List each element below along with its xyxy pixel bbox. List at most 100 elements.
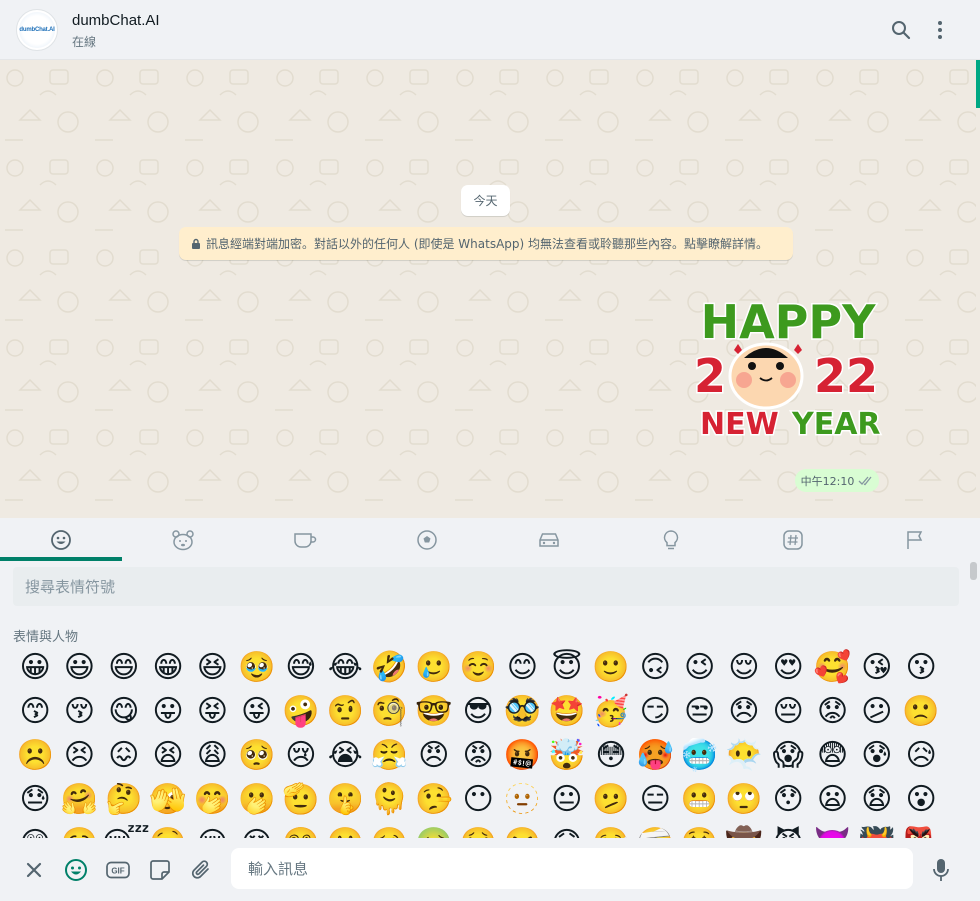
- emoji-item[interactable]: 😄: [102, 646, 146, 690]
- emoji-item[interactable]: 🤬: [500, 734, 544, 778]
- emoji-item[interactable]: 🤑: [677, 822, 721, 838]
- emoji-item[interactable]: 🫠: [367, 778, 411, 822]
- emoji-item[interactable]: 😘: [855, 646, 899, 690]
- message-input[interactable]: [231, 848, 913, 889]
- emoji-item[interactable]: 😖: [102, 734, 146, 778]
- tab-symbols[interactable]: [732, 518, 854, 561]
- gif-button[interactable]: GIF: [103, 855, 133, 885]
- emoji-item[interactable]: 😵: [234, 822, 278, 838]
- emoji-item[interactable]: 🙃: [633, 646, 677, 690]
- emoji-item[interactable]: 😟: [810, 690, 854, 734]
- emoji-item[interactable]: 🫣: [146, 778, 190, 822]
- emoji-item[interactable]: 😜: [234, 690, 278, 734]
- emoji-item[interactable]: 😶: [456, 778, 500, 822]
- emoji-item[interactable]: 😭: [323, 734, 367, 778]
- emoji-item[interactable]: 😰: [855, 734, 899, 778]
- emoji-button[interactable]: [61, 855, 91, 885]
- emoji-item[interactable]: 🤭: [190, 778, 234, 822]
- emoji-panel-scrollbar[interactable]: [970, 562, 977, 580]
- tab-activity[interactable]: [366, 518, 488, 561]
- emoji-item[interactable]: 😌: [722, 646, 766, 690]
- emoji-item[interactable]: 🙁: [899, 690, 943, 734]
- emoji-item[interactable]: 🤣: [367, 646, 411, 690]
- search-button[interactable]: [888, 17, 914, 43]
- tab-objects[interactable]: [610, 518, 732, 561]
- emoji-item[interactable]: 🤫: [323, 778, 367, 822]
- emoji-item[interactable]: 🫡: [279, 778, 323, 822]
- emoji-item[interactable]: 😓: [13, 778, 57, 822]
- encryption-notice[interactable]: 訊息經端對端加密。對話以外的任何人 (即使是 WhatsApp) 均無法查看或聆…: [179, 227, 793, 260]
- emoji-item[interactable]: 😨: [810, 734, 854, 778]
- tab-travel[interactable]: [488, 518, 610, 561]
- close-emoji-panel-button[interactable]: [19, 855, 49, 885]
- emoji-item[interactable]: 🥲: [412, 646, 456, 690]
- emoji-item[interactable]: 😉: [677, 646, 721, 690]
- emoji-item[interactable]: 😊: [500, 646, 544, 690]
- emoji-item[interactable]: 😈: [766, 822, 810, 838]
- emoji-item[interactable]: 🥱: [57, 822, 101, 838]
- emoji-item[interactable]: 🥺: [234, 734, 278, 778]
- emoji-item[interactable]: 😮: [899, 778, 943, 822]
- emoji-item[interactable]: 🤯: [545, 734, 589, 778]
- emoji-item[interactable]: 🥳: [589, 690, 633, 734]
- emoji-item[interactable]: 😢: [279, 734, 323, 778]
- emoji-item[interactable]: 😍: [766, 646, 810, 690]
- emoji-item[interactable]: 😕: [855, 690, 899, 734]
- emoji-item[interactable]: 😠: [412, 734, 456, 778]
- emoji-item[interactable]: 😞: [722, 690, 766, 734]
- emoji-item[interactable]: 🤨: [323, 690, 367, 734]
- emoji-item[interactable]: 🫢: [234, 778, 278, 822]
- emoji-item[interactable]: 😱: [766, 734, 810, 778]
- emoji-item[interactable]: 😋: [102, 690, 146, 734]
- emoji-item[interactable]: 😔: [766, 690, 810, 734]
- emoji-search-input[interactable]: [13, 567, 959, 606]
- emoji-item[interactable]: 😷: [545, 822, 589, 838]
- emoji-item[interactable]: 🤒: [589, 822, 633, 838]
- emoji-item[interactable]: 🙄: [722, 778, 766, 822]
- emoji-item[interactable]: 😚: [57, 690, 101, 734]
- emoji-item[interactable]: 🤩: [545, 690, 589, 734]
- sticker-button[interactable]: [145, 855, 175, 885]
- new-year-sticker[interactable]: HAPPY 2 22 NEW YEAR: [690, 288, 886, 448]
- emoji-item[interactable]: 🤪: [279, 690, 323, 734]
- emoji-item[interactable]: 😏: [633, 690, 677, 734]
- emoji-item[interactable]: 😁: [146, 646, 190, 690]
- tab-food[interactable]: [244, 518, 366, 561]
- emoji-item[interactable]: 🤢: [412, 822, 456, 838]
- emoji-item[interactable]: 😧: [855, 778, 899, 822]
- emoji-item[interactable]: 🤮: [456, 822, 500, 838]
- emoji-item[interactable]: 😪: [190, 822, 234, 838]
- emoji-item[interactable]: 🥹: [234, 646, 278, 690]
- emoji-item[interactable]: 🥶: [677, 734, 721, 778]
- emoji-item[interactable]: 🤥: [412, 778, 456, 822]
- emoji-item[interactable]: 👿: [810, 822, 854, 838]
- tab-animals[interactable]: [122, 518, 244, 561]
- emoji-item[interactable]: 🤔: [102, 778, 146, 822]
- tab-flags[interactable]: [854, 518, 976, 561]
- emoji-item[interactable]: 🧐: [367, 690, 411, 734]
- emoji-item[interactable]: 😐: [545, 778, 589, 822]
- emoji-item[interactable]: 🥴: [367, 822, 411, 838]
- emoji-item[interactable]: 🤐: [323, 822, 367, 838]
- emoji-item[interactable]: 😴: [102, 822, 150, 838]
- emoji-item[interactable]: 😤: [367, 734, 411, 778]
- emoji-item[interactable]: 🤧: [500, 822, 544, 838]
- emoji-item[interactable]: 👹: [855, 822, 899, 838]
- emoji-item[interactable]: 😵‍💫: [279, 822, 323, 838]
- emoji-item[interactable]: 😡: [456, 734, 500, 778]
- emoji-item[interactable]: 👺: [899, 822, 943, 838]
- emoji-item[interactable]: 😯: [766, 778, 810, 822]
- emoji-item[interactable]: 😫: [146, 734, 190, 778]
- emoji-item[interactable]: 🤓: [412, 690, 456, 734]
- emoji-item[interactable]: 🤤: [146, 822, 190, 838]
- emoji-item[interactable]: 🫥: [500, 778, 544, 822]
- emoji-item[interactable]: 😂: [323, 646, 367, 690]
- contact-avatar[interactable]: dumbChat.AI: [16, 9, 58, 51]
- emoji-item[interactable]: 😲: [13, 822, 57, 838]
- emoji-item[interactable]: 😳: [589, 734, 633, 778]
- menu-button[interactable]: [927, 17, 953, 43]
- emoji-item[interactable]: 😅: [279, 646, 323, 690]
- emoji-item[interactable]: 😣: [57, 734, 101, 778]
- emoji-item[interactable]: 🤗: [57, 778, 101, 822]
- emoji-item[interactable]: 🫤: [589, 778, 633, 822]
